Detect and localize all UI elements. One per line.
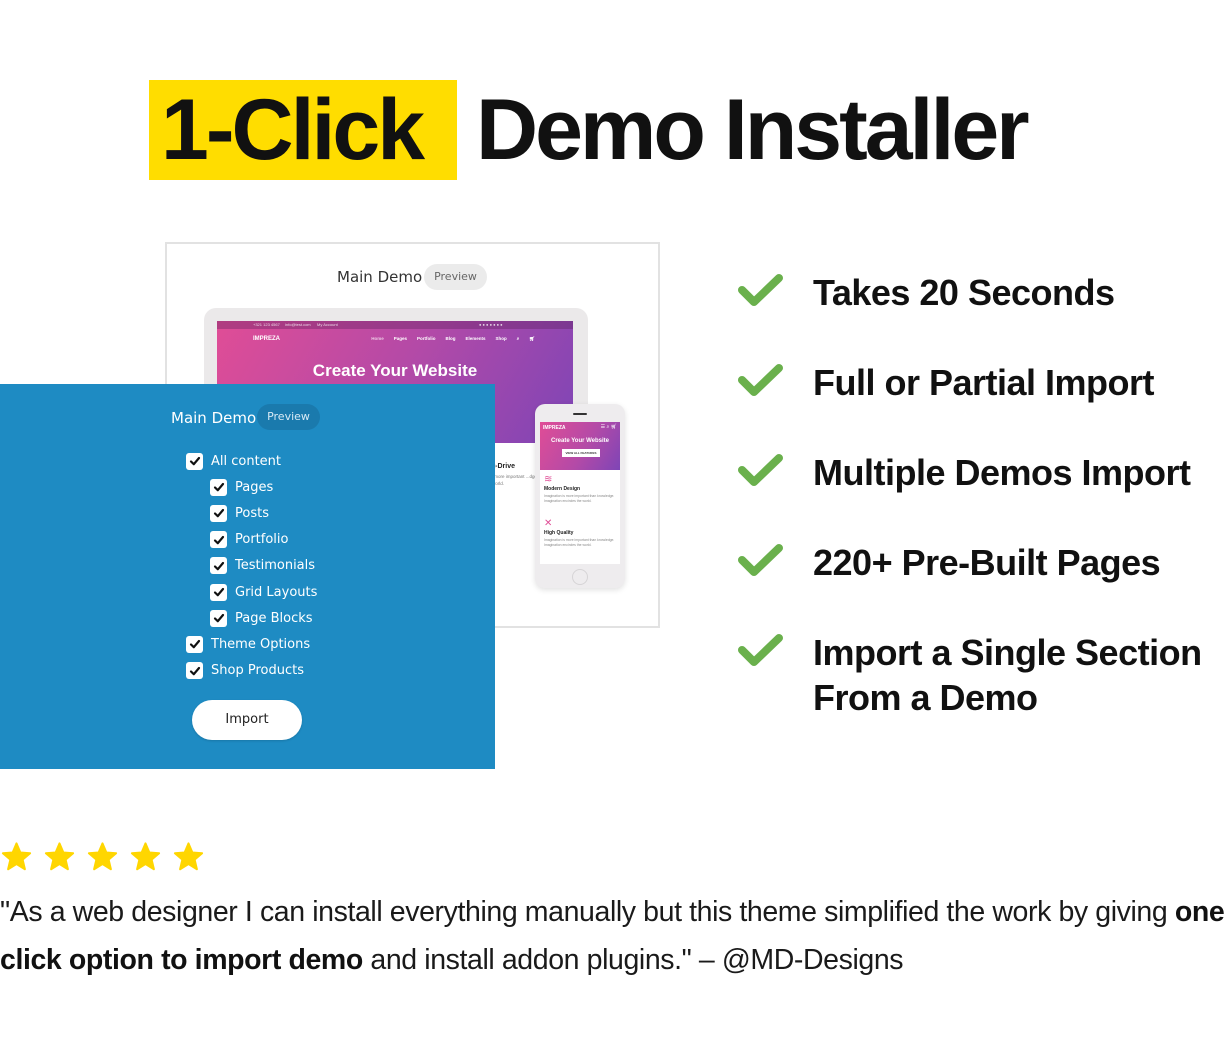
rating-stars xyxy=(0,841,205,878)
star-icon xyxy=(172,841,205,878)
checkbox-checked-icon[interactable] xyxy=(210,557,227,575)
star-icon xyxy=(0,841,33,878)
import-option-label: Testimonials xyxy=(235,558,316,574)
import-option-checkbox[interactable]: All content xyxy=(186,452,281,470)
topbar-phone: +321 123 4567 xyxy=(253,322,280,327)
import-option-checkbox[interactable]: Theme Options xyxy=(186,635,310,653)
star-icon xyxy=(86,841,119,878)
import-panel: Main Demo Preview All content Pages Posts P… xyxy=(0,384,495,769)
nav-link: Shop xyxy=(495,336,507,341)
search-icon: ⌕ xyxy=(516,336,520,341)
import-option-label: Posts xyxy=(235,505,269,521)
desktop-topbar: +321 123 4567 info@test.com My Account ●… xyxy=(217,321,573,329)
title-highlight-text: 1-Click xyxy=(161,82,425,178)
import-button[interactable]: Import xyxy=(192,700,302,740)
desktop-nav: IMPREZA Home Pages Portfolio Blog Elemen… xyxy=(217,333,573,345)
nav-links: Home Pages Portfolio Blog Elements Shop … xyxy=(371,333,535,345)
feature-label: Multiple Demos Import xyxy=(813,452,1191,493)
import-option-checkbox[interactable]: Grid Layouts xyxy=(210,583,317,601)
phone-feature-title: High Quality xyxy=(544,530,574,536)
phone-feature-title: Modern Design xyxy=(544,486,581,492)
import-option-checkbox[interactable]: Testimonials xyxy=(210,557,315,575)
check-icon xyxy=(737,270,785,310)
feature-item: Multiple Demos Import xyxy=(737,450,1191,495)
check-icon xyxy=(737,360,785,400)
nav-link: Portfolio xyxy=(416,336,436,341)
demo-name: Main Demo xyxy=(171,409,257,427)
page-title: 1-Click Demo Installer xyxy=(0,80,1232,180)
nav-link: Elements xyxy=(465,336,486,341)
import-option-checkbox[interactable]: Portfolio xyxy=(210,531,288,549)
feature-label: Import a Single Section From a Demo xyxy=(813,632,1202,718)
phone-screen: IMPREZA ☰ ⌕ 🛒︎ Create Your Website VIEW … xyxy=(540,422,620,564)
import-option-label: Grid Layouts xyxy=(235,584,318,600)
title-text: Demo Installer xyxy=(476,82,1030,178)
feature-label: Full or Partial Import xyxy=(813,362,1155,403)
check-icon xyxy=(737,450,785,490)
demo-name: Main Demo xyxy=(337,268,423,286)
checkbox-checked-icon[interactable] xyxy=(186,662,203,680)
feature-item: 220+ Pre-Built Pages xyxy=(737,540,1161,585)
check-icon xyxy=(737,630,785,670)
checkbox-checked-icon[interactable] xyxy=(186,635,203,653)
cart-icon: 🛒︎ xyxy=(529,336,535,341)
import-option-label: Shop Products xyxy=(211,663,304,679)
feature-item: Full or Partial Import xyxy=(737,360,1155,405)
phone-feature: ≋ Modern Design Imagination is more impo… xyxy=(544,474,618,504)
feature-item: Takes 20 Seconds xyxy=(737,270,1115,315)
quote-text-before: "As a web designer I can install everyth… xyxy=(0,896,1175,928)
star-icon xyxy=(43,841,76,878)
import-option-label: Page Blocks xyxy=(235,610,313,626)
layers-icon: ≋ xyxy=(544,474,553,485)
checkbox-checked-icon[interactable] xyxy=(186,452,203,470)
import-option-checkbox[interactable]: Page Blocks xyxy=(210,609,313,627)
quote-text-after: and install addon plugins." – @MD-Design… xyxy=(362,944,904,976)
nav-link: Blog xyxy=(445,336,456,341)
nav-link: Pages xyxy=(393,336,407,341)
import-option-checkbox[interactable]: Pages xyxy=(210,478,273,496)
import-option-label: All content xyxy=(211,453,282,469)
title-highlight: 1-Click xyxy=(149,80,457,180)
checkbox-checked-icon[interactable] xyxy=(210,531,227,549)
phone-menu-icons: ☰ ⌕ 🛒︎ xyxy=(600,424,617,430)
desktop-hero-title: Create Your Website xyxy=(312,361,478,380)
preview-button[interactable]: Preview xyxy=(257,404,320,430)
checkbox-checked-icon[interactable] xyxy=(210,609,227,627)
phone-hero-title: Create Your Website xyxy=(550,438,610,444)
phone-feature-text: Imagination is more important than knowl… xyxy=(544,494,615,503)
phone-hero: IMPREZA ☰ ⌕ 🛒︎ Create Your Website VIEW … xyxy=(540,422,620,470)
phone-speaker xyxy=(573,413,587,415)
import-option-label: Pages xyxy=(235,479,274,495)
nav-link: Home xyxy=(371,336,384,341)
import-option-checkbox[interactable]: Shop Products xyxy=(186,662,304,680)
check-icon xyxy=(737,540,785,580)
topbar-account: My Account xyxy=(317,322,338,327)
preview-button[interactable]: Preview xyxy=(424,264,487,290)
phone-logo: IMPREZA xyxy=(543,425,566,431)
social-icons: ● ● ● ● ● ● ● xyxy=(479,322,503,327)
import-option-checkbox[interactable]: Posts xyxy=(210,504,269,522)
import-option-label: Theme Options xyxy=(211,636,311,652)
phone-mockup: IMPREZA ☰ ⌕ 🛒︎ Create Your Website VIEW … xyxy=(535,404,625,588)
tools-icon: ✕ xyxy=(544,518,553,529)
topbar-email: info@test.com xyxy=(285,322,311,327)
view-features-button: VIEW ALL FEATURES xyxy=(562,449,600,457)
testimonial-quote: "As a web designer I can install everyth… xyxy=(0,888,1232,984)
feature-label: 220+ Pre-Built Pages xyxy=(813,542,1161,583)
feature-label: Takes 20 Seconds xyxy=(813,272,1115,313)
phone-feature-text: Imagination is more important than knowl… xyxy=(544,538,615,547)
star-icon xyxy=(129,841,162,878)
feature-item: Import a Single Section From a Demo xyxy=(737,630,1202,720)
phone-feature: ✕ High Quality Imagination is more impor… xyxy=(544,518,618,548)
site-logo: IMPREZA xyxy=(253,336,280,342)
checkbox-checked-icon[interactable] xyxy=(210,478,227,496)
checkbox-checked-icon[interactable] xyxy=(210,504,227,522)
demo-preview-header: Main Demo Preview xyxy=(167,264,658,294)
checkbox-checked-icon[interactable] xyxy=(210,583,227,601)
phone-home-button xyxy=(572,569,588,585)
import-option-label: Portfolio xyxy=(235,532,289,548)
